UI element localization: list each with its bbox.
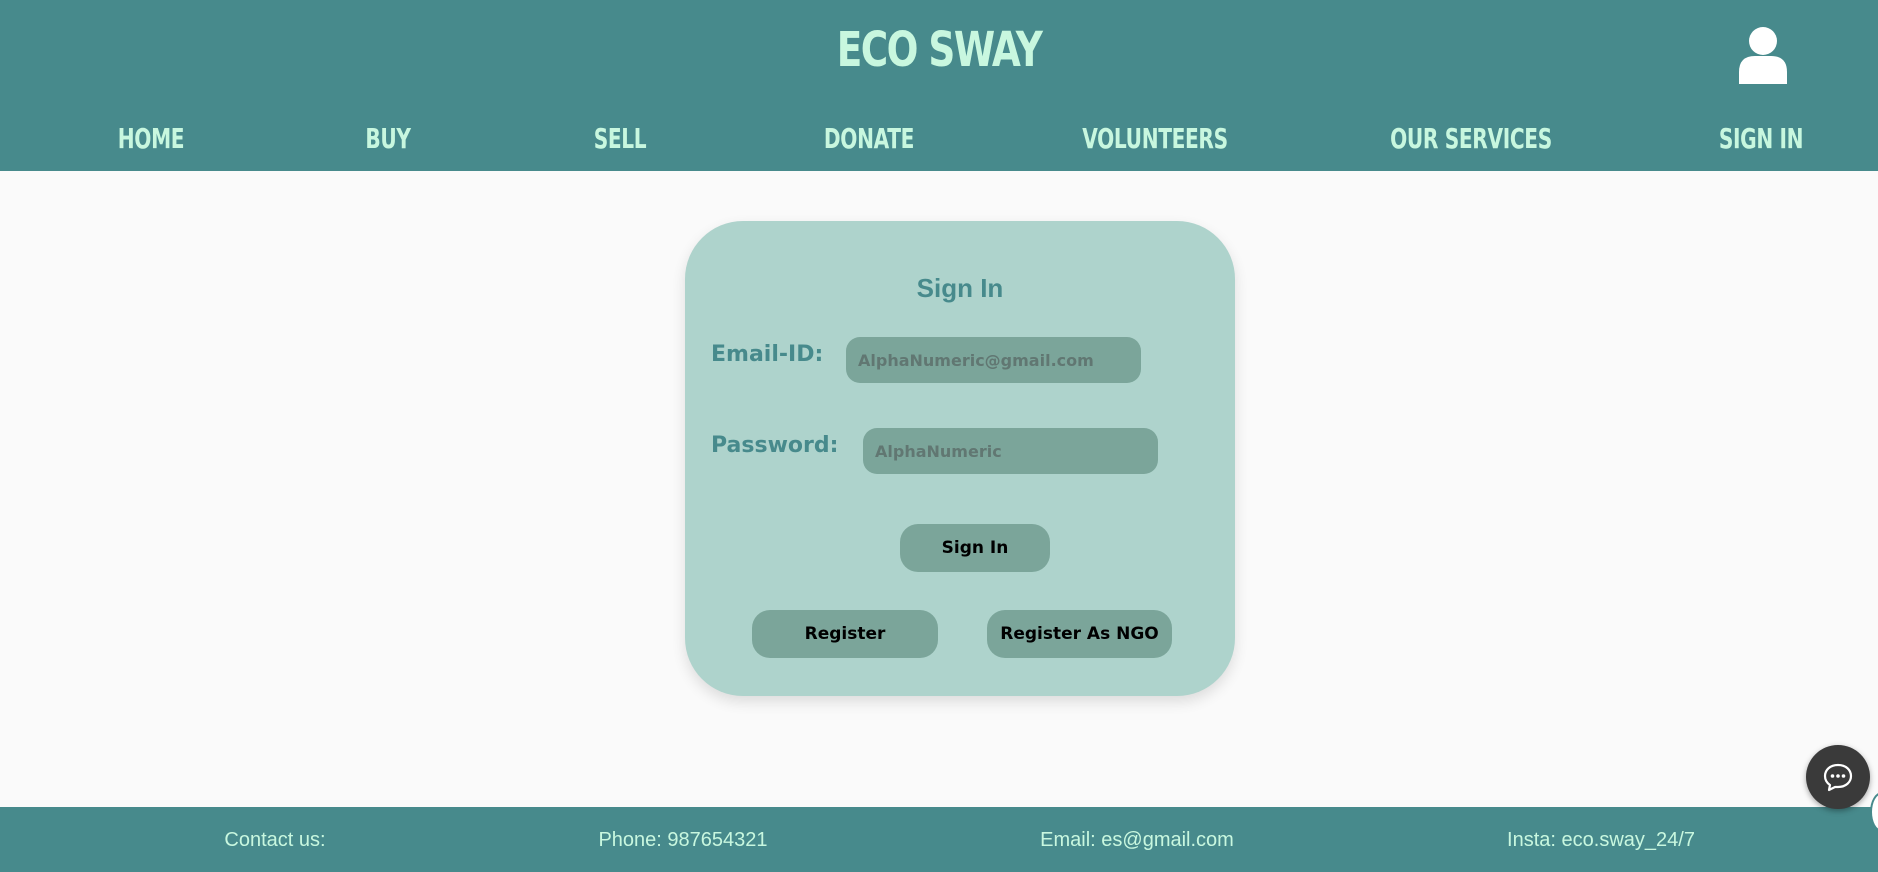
nav-home[interactable]: HOME: [105, 122, 197, 155]
user-icon[interactable]: [1738, 26, 1788, 84]
chat-bubble-icon: [1823, 763, 1853, 792]
footer-phone: Phone: 987654321: [598, 829, 768, 851]
password-label: Password:: [711, 433, 839, 458]
footer-insta: Insta: eco.sway_24/7: [1507, 829, 1695, 851]
password-field[interactable]: [863, 428, 1158, 474]
site-header: ECO SWAY HOME BUY SELL DONATE VOLUNTEERS…: [0, 0, 1878, 171]
site-footer: Contact us: Phone: 987654321 Email: es@g…: [0, 807, 1878, 872]
footer-contact: Contact us:: [224, 829, 326, 851]
nav-our-services[interactable]: OUR SERVICES: [1359, 122, 1584, 155]
signin-card: Sign In Email-ID: Password: Sign In Regi…: [685, 221, 1235, 696]
register-ngo-button[interactable]: Register As NGO: [987, 610, 1172, 658]
email-field[interactable]: [846, 337, 1141, 383]
nav-sign-in[interactable]: SIGN IN: [1702, 122, 1819, 155]
email-label: Email-ID:: [711, 342, 824, 367]
brand-logo-text: ECO SWAY: [836, 22, 1043, 78]
signin-button[interactable]: Sign In: [900, 524, 1050, 572]
signin-title: Sign In: [916, 273, 1004, 303]
chat-button[interactable]: [1806, 745, 1870, 809]
footer-email: Email: es@gmail.com: [1040, 829, 1234, 851]
nav-sell[interactable]: SELL: [584, 122, 657, 155]
nav-volunteers[interactable]: VOLUNTEERS: [1054, 122, 1256, 155]
register-button[interactable]: Register: [752, 610, 938, 658]
nav-donate[interactable]: DONATE: [806, 122, 931, 155]
nav-buy[interactable]: BUY: [357, 122, 420, 155]
